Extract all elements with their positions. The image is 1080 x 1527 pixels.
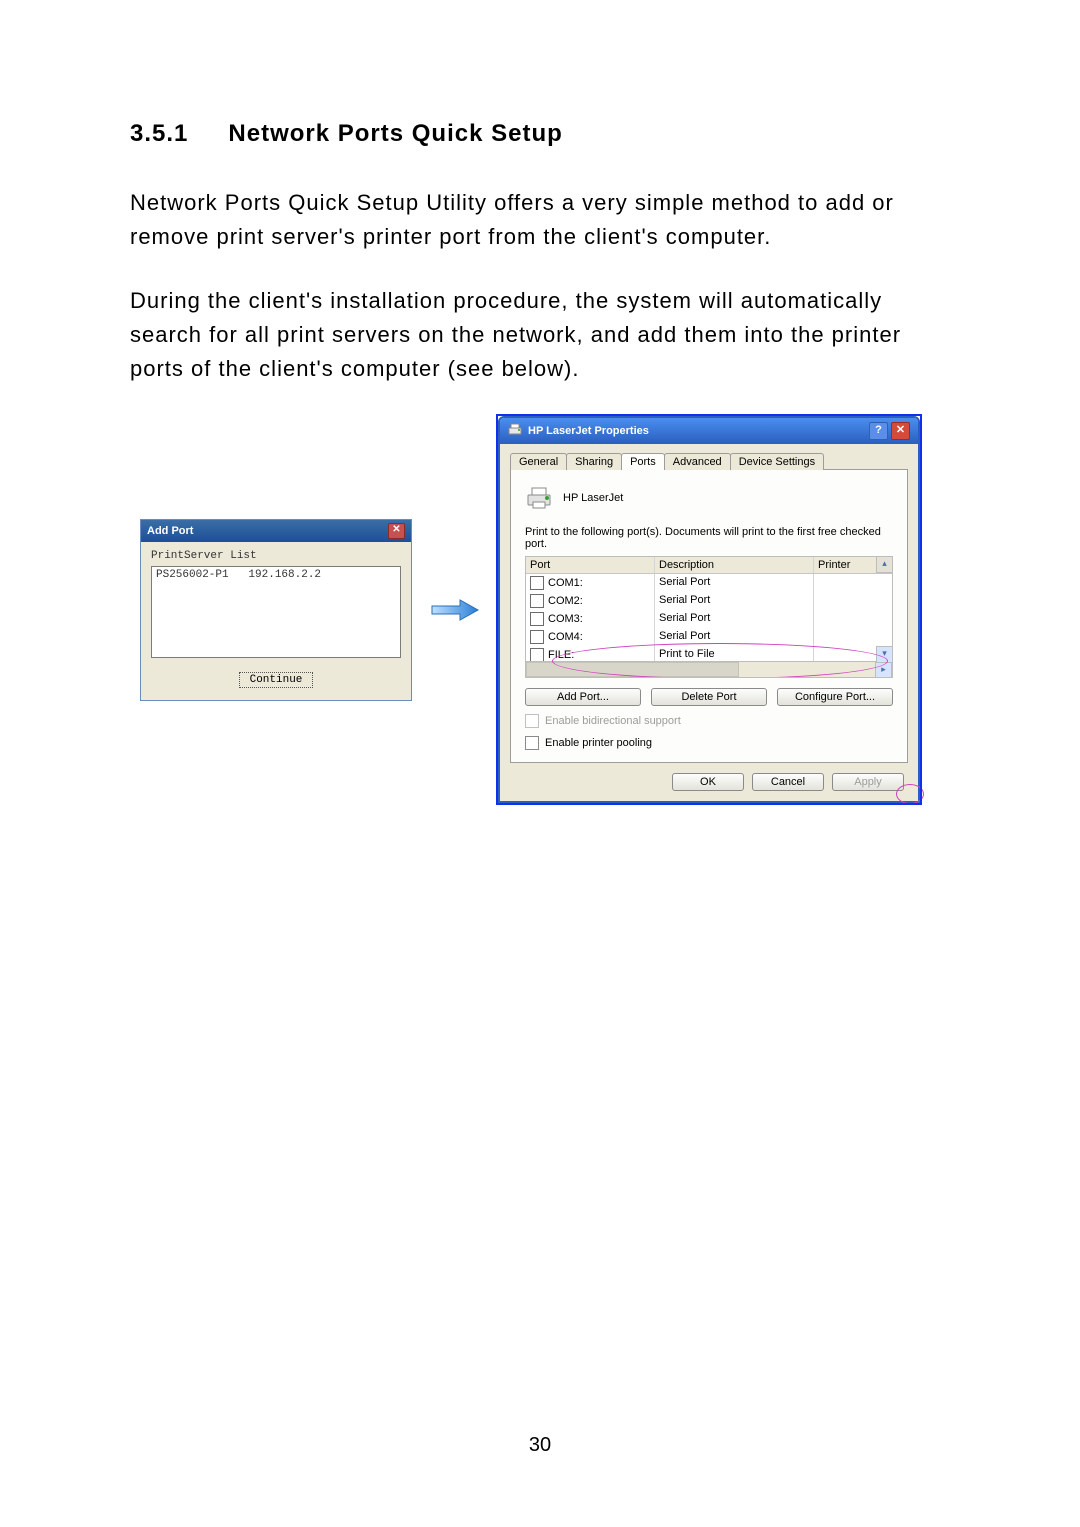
tab-device-settings[interactable]: Device Settings [730,453,824,470]
add-port-dialog: Add Port ✕ PrintServer List PS256002-P1 … [140,519,412,701]
port-checkbox[interactable] [530,576,544,590]
paragraph-1: Network Ports Quick Setup Utility offers… [130,186,950,254]
add-port-button[interactable]: Add Port... [525,688,641,706]
ports-tab-pane: HP LaserJet Print to the following port(… [510,470,908,763]
ports-instruction: Print to the following port(s). Document… [525,526,893,550]
tab-strip: General Sharing Ports Advanced Device Se… [510,452,908,470]
enable-pooling-label: Enable printer pooling [545,737,652,749]
help-icon[interactable]: ? [869,422,888,440]
enable-bidirectional-checkbox [525,714,539,728]
close-icon[interactable]: ✕ [891,422,910,440]
printer-properties-dialog: HP LaserJet Properties ? ✕ General Shari… [498,416,920,803]
port-checkbox[interactable] [530,612,544,626]
enable-pooling-checkbox[interactable] [525,736,539,750]
cancel-button[interactable]: Cancel [752,773,824,791]
col-port[interactable]: Port [526,557,655,573]
enable-bidirectional-row: Enable bidirectional support [525,714,893,728]
printer-name: HP LaserJet [563,492,623,504]
scroll-up-icon[interactable]: ▴ [876,557,892,573]
section-heading: 3.5.1 Network Ports Quick Setup [130,120,950,148]
ports-table: Port Description Printer COM1:Serial Por… [525,556,893,678]
delete-port-button[interactable]: Delete Port [651,688,767,706]
add-port-title: Add Port [147,525,193,537]
printserver-listbox[interactable]: PS256002-P1 192.168.2.2 [151,566,401,658]
paragraph-2: During the client's installation procedu… [130,284,950,386]
section-title: Network Ports Quick Setup [228,120,562,147]
properties-titlebar: HP LaserJet Properties ? ✕ [500,418,918,444]
continue-button[interactable]: Continue [239,672,314,688]
figure-row: Add Port ✕ PrintServer List PS256002-P1 … [140,416,950,803]
table-row[interactable]: COM2:Serial Port [526,592,892,610]
page-number: 30 [0,1434,1080,1457]
scroll-down-icon[interactable]: ▾ [876,646,892,662]
scroll-right-icon[interactable]: ▸ [875,662,892,678]
printer-icon [525,484,553,512]
tab-advanced[interactable]: Advanced [664,453,731,470]
tab-general[interactable]: General [510,453,567,470]
add-port-titlebar: Add Port ✕ [141,520,411,542]
printserver-list-label: PrintServer List [151,550,401,562]
ok-button[interactable]: OK [672,773,744,791]
port-checkbox[interactable] [530,648,544,662]
properties-title: HP LaserJet Properties [528,425,649,437]
enable-bidirectional-label: Enable bidirectional support [545,715,681,727]
table-row[interactable]: COM4:Serial Port [526,628,892,646]
printer-title-icon [508,423,522,440]
close-icon[interactable]: ✕ [388,523,405,539]
ports-table-header: Port Description Printer [526,557,892,574]
table-row[interactable]: COM1:Serial Port [526,574,892,592]
horizontal-scrollbar[interactable]: ▸ [526,661,877,677]
enable-pooling-row[interactable]: Enable printer pooling [525,736,893,750]
port-checkbox[interactable] [530,594,544,608]
tab-ports[interactable]: Ports [621,453,665,470]
printserver-list-item[interactable]: PS256002-P1 192.168.2.2 [156,569,321,581]
configure-port-button[interactable]: Configure Port... [777,688,893,706]
section-number: 3.5.1 [130,120,188,148]
col-description[interactable]: Description [655,557,814,573]
table-row[interactable]: COM3:Serial Port [526,610,892,628]
tab-sharing[interactable]: Sharing [566,453,622,470]
port-checkbox[interactable] [530,630,544,644]
arrow-icon [430,598,480,622]
apply-button: Apply [832,773,904,791]
